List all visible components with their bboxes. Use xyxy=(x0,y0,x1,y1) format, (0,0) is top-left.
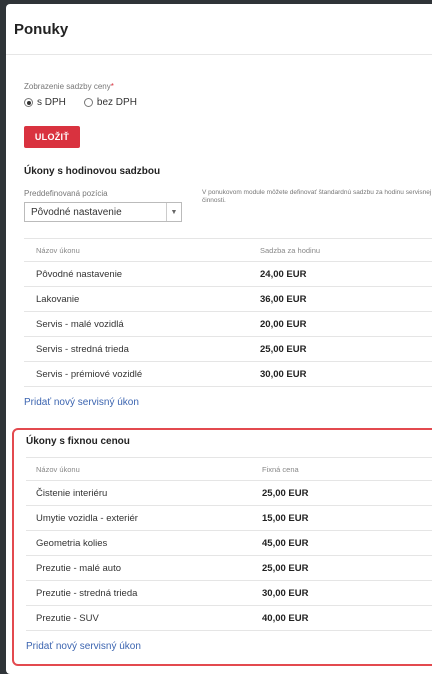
row-value: 36,00 EUR xyxy=(260,293,307,305)
fixed-section-title: Úkony s fixnou cenou xyxy=(26,436,130,447)
column-header-name: Názov úkonu xyxy=(36,245,80,255)
row-value: 15,00 EUR xyxy=(262,512,309,524)
predefined-label: Preddefinovaná pozícia xyxy=(24,189,108,198)
row-name: Pôvodné nastavenie xyxy=(36,268,123,280)
radio-with-vat[interactable]: s DPH xyxy=(24,97,66,108)
page-title: Ponuky xyxy=(14,20,69,38)
radio-checked-icon[interactable] xyxy=(24,98,33,107)
fixed-table: Názov úkonu Fixná cena Čistenie interiér… xyxy=(26,457,432,631)
row-value: 25,00 EUR xyxy=(262,487,309,499)
column-header-price: Fixná cena xyxy=(262,464,299,474)
row-value: 25,00 EUR xyxy=(260,343,307,355)
row-value: 24,00 EUR xyxy=(260,268,307,280)
row-name: Servis - stredná trieda xyxy=(36,343,129,355)
row-value: 30,00 EUR xyxy=(260,368,307,380)
table-row[interactable]: Lakovanie 36,00 EUR xyxy=(24,287,432,312)
table-header: Názov úkonu Sadzba za hodinu xyxy=(24,239,432,262)
panel-header: Ponuky xyxy=(6,4,432,55)
row-name: Lakovanie xyxy=(36,293,80,305)
column-header-name: Názov úkonu xyxy=(36,464,80,474)
row-name: Umytie vozidla - exteriér xyxy=(36,512,138,524)
row-value: 40,00 EUR xyxy=(262,612,309,624)
save-button[interactable]: ULOŽIŤ xyxy=(24,126,80,148)
row-name: Prezutie - SUV xyxy=(36,612,99,624)
row-value: 20,00 EUR xyxy=(260,318,307,330)
hourly-section-title: Úkony s hodinovou sadzbou xyxy=(24,166,161,177)
table-row[interactable]: Prezutie - SUV 40,00 EUR xyxy=(26,606,432,631)
table-row[interactable]: Čistenie interiéru 25,00 EUR xyxy=(26,481,432,506)
rate-display-radios: s DPH bez DPH xyxy=(24,97,432,108)
row-value: 30,00 EUR xyxy=(262,587,309,599)
table-row[interactable]: Umytie vozidla - exteriér 15,00 EUR xyxy=(26,506,432,531)
table-row[interactable]: Servis - stredná trieda 25,00 EUR xyxy=(24,337,432,362)
radio-without-vat[interactable]: bez DPH xyxy=(83,97,137,108)
required-mark: * xyxy=(110,82,114,91)
table-row[interactable]: Prezutie - stredná trieda 30,00 EUR xyxy=(26,581,432,606)
fixed-price-section: Úkony s fixnou cenou Názov úkonu Fixná c… xyxy=(12,428,432,666)
hourly-table: Názov úkonu Sadzba za hodinu Pôvodné nas… xyxy=(24,238,432,387)
row-name: Servis - malé vozidlá xyxy=(36,318,124,330)
table-header: Názov úkonu Fixná cena xyxy=(26,458,432,481)
table-row[interactable]: Servis - malé vozidlá 20,00 EUR xyxy=(24,312,432,337)
row-name: Prezutie - malé auto xyxy=(36,562,122,574)
row-value: 25,00 EUR xyxy=(262,562,309,574)
add-hourly-service-link[interactable]: Pridať nový servisný úkon xyxy=(24,397,432,408)
column-header-rate: Sadzba za hodinu xyxy=(260,245,321,255)
table-row[interactable]: Prezutie - malé auto 25,00 EUR xyxy=(26,556,432,581)
row-name: Čistenie interiéru xyxy=(36,487,108,499)
predefined-row: Preddefinovaná pozícia Pôvodné nastaveni… xyxy=(24,189,432,222)
row-name: Servis - prémiové vozidlé xyxy=(36,368,143,380)
row-name: Geometria kolies xyxy=(36,537,108,549)
rate-display-label: Zobrazenie sadzby ceny* xyxy=(24,82,114,91)
table-row[interactable]: Servis - prémiové vozidlé 30,00 EUR xyxy=(24,362,432,387)
radio-unchecked-icon[interactable] xyxy=(83,98,93,107)
row-name: Prezutie - stredná trieda xyxy=(36,587,138,599)
table-row[interactable]: Pôvodné nastavenie 24,00 EUR xyxy=(24,262,432,287)
add-fixed-service-link[interactable]: Pridať nový servisný úkon xyxy=(26,641,432,652)
predefined-note: V ponukovom module môžete definovať štan… xyxy=(202,189,432,204)
predefined-select[interactable]: Pôvodné nastavenie ▼ xyxy=(24,202,182,222)
table-row[interactable]: Geometria kolies 45,00 EUR xyxy=(26,531,432,556)
row-value: 45,00 EUR xyxy=(262,537,309,549)
settings-content: Zobrazenie sadzby ceny* s DPH bez DPH UL… xyxy=(24,82,432,408)
chevron-down-icon[interactable]: ▼ xyxy=(166,203,181,221)
